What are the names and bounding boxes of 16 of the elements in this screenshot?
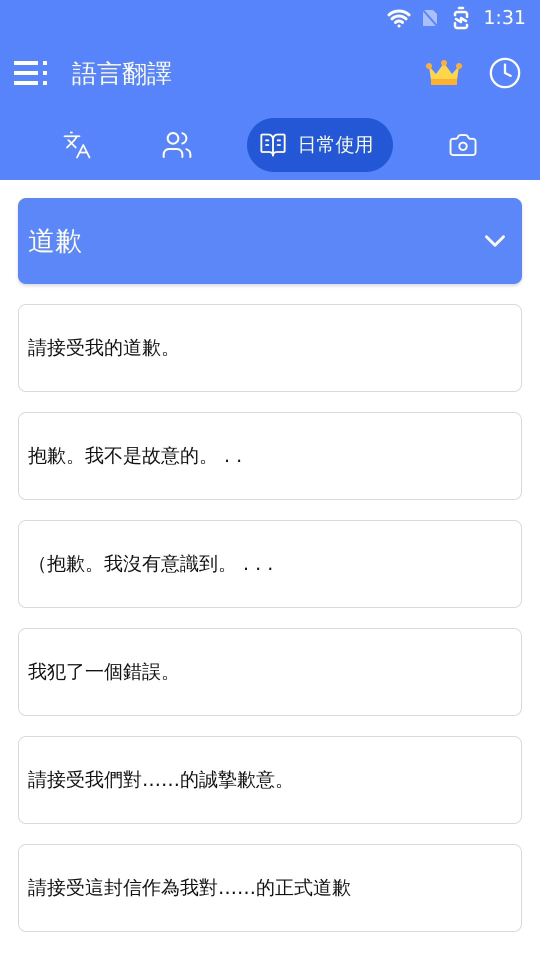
people-icon (160, 129, 193, 161)
phrase-card[interactable]: （抱歉。我沒有意識到。 . . . (18, 520, 522, 608)
history-button[interactable] (488, 56, 522, 90)
app-title: 語言翻譯 (72, 58, 173, 90)
phrase-card[interactable]: 請接受我們對……的誠摯歉意。 (18, 736, 522, 824)
book-icon (259, 131, 288, 159)
phrase-card[interactable]: 抱歉。我不是故意的。 . . (18, 412, 522, 500)
translate-icon (62, 130, 92, 160)
phrase-card[interactable]: 請接受我的道歉。 (18, 304, 522, 392)
tab[interactable]: 日常使用 (247, 118, 394, 172)
status-time: 1:31 (483, 7, 526, 29)
no-sim-icon (421, 8, 440, 28)
menu-icon[interactable] (14, 59, 48, 87)
phrase-card[interactable]: 請接受這封信作為我對……的正式道歉 (18, 844, 522, 932)
phrase-card[interactable]: 我犯了一個錯誤。 (18, 628, 522, 716)
premium-button[interactable] (426, 60, 462, 86)
